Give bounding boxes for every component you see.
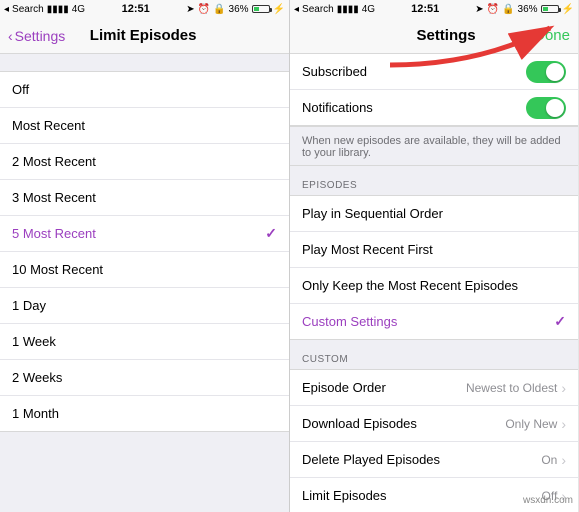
row-value: Newest to Oldest › <box>466 380 566 396</box>
option-label: Custom Settings <box>302 314 397 329</box>
rotation-lock-icon: 🔒 <box>213 4 225 15</box>
clock: 12:51 <box>411 3 439 15</box>
toggle-row: Subscribed <box>290 54 578 90</box>
episodes-list: Play in Sequential Order Play Most Recent… <box>290 196 578 340</box>
info-note: When new episodes are available, they wi… <box>290 126 578 166</box>
value-text: On <box>541 453 557 467</box>
custom-row[interactable]: Episode Order Newest to Oldest › <box>290 370 578 406</box>
nav-bar: ‹ Settings Limit Episodes <box>0 18 289 54</box>
limit-option[interactable]: 1 Month <box>0 396 289 432</box>
row-label: Limit Episodes <box>302 488 387 503</box>
alarm-icon: ⏰ <box>198 4 210 15</box>
limit-option[interactable]: 5 Most Recent ✓ <box>0 216 289 252</box>
episode-option[interactable]: Only Keep the Most Recent Episodes <box>290 268 578 304</box>
location-icon: ➤ <box>475 4 483 15</box>
signal-bars-icon: ▮▮▮▮ <box>47 4 69 15</box>
option-label: 2 Weeks <box>12 370 62 385</box>
clock: 12:51 <box>122 3 150 15</box>
checkmark-icon: ✓ <box>265 225 277 242</box>
battery-percent: 36% <box>518 4 538 15</box>
limit-option[interactable]: 1 Day <box>0 288 289 324</box>
option-label: Play Most Recent First <box>302 242 433 257</box>
done-button[interactable]: Done <box>534 27 570 44</box>
option-label: 5 Most Recent <box>12 226 96 241</box>
limit-option[interactable]: 10 Most Recent <box>0 252 289 288</box>
option-label: 1 Month <box>12 406 59 421</box>
option-label: 2 Most Recent <box>12 154 96 169</box>
custom-list: Episode OrderNewest to Oldest›Download E… <box>290 370 578 512</box>
nav-back-label: Settings <box>15 28 66 44</box>
episode-option[interactable]: Play in Sequential Order <box>290 196 578 232</box>
screen-limit-episodes: ◂ Search ▮▮▮▮ 4G 12:51 ➤ ⏰ 🔒 36% ⚡ ‹ Set… <box>0 0 289 512</box>
option-label: 10 Most Recent <box>12 262 103 277</box>
value-text: Newest to Oldest <box>466 381 557 395</box>
back-app-arrow: ◂ <box>4 4 9 15</box>
signal-bars-icon: ▮▮▮▮ <box>337 4 359 15</box>
row-label: Download Episodes <box>302 416 417 431</box>
checkmark-icon: ✓ <box>554 313 566 330</box>
battery-icon <box>541 5 559 13</box>
limit-option[interactable]: 1 Week <box>0 324 289 360</box>
alarm-icon: ⏰ <box>487 4 499 15</box>
section-gap <box>0 54 289 72</box>
rotation-lock-icon: 🔒 <box>502 4 514 15</box>
back-app-arrow: ◂ <box>294 4 299 15</box>
episodes-header: EPISODES <box>290 166 578 196</box>
episode-option[interactable]: Custom Settings ✓ <box>290 304 578 340</box>
chevron-right-icon: › <box>561 452 566 468</box>
nav-title: Limit Episodes <box>90 27 197 44</box>
chevron-right-icon: › <box>561 380 566 396</box>
network-label: 4G <box>72 4 85 15</box>
option-label: 1 Day <box>12 298 46 313</box>
row-label: Episode Order <box>302 380 386 395</box>
row-value: Only New › <box>505 416 566 432</box>
nav-bar: Settings Done <box>290 18 578 54</box>
toggle-list: Subscribed Notifications <box>290 54 578 126</box>
custom-header: CUSTOM <box>290 340 578 370</box>
limit-option[interactable]: 3 Most Recent <box>0 180 289 216</box>
back-app-label: Search <box>12 4 44 15</box>
option-label: Play in Sequential Order <box>302 206 443 221</box>
option-label: Most Recent <box>12 118 85 133</box>
row-value: On › <box>541 452 566 468</box>
value-text: Only New <box>505 417 557 431</box>
status-bar: ◂ Search ▮▮▮▮ 4G 12:51 ➤ ⏰ 🔒 36% ⚡ <box>0 0 289 18</box>
back-app-label: Search <box>302 4 334 15</box>
custom-row[interactable]: Delete Played Episodes On › <box>290 442 578 478</box>
status-bar: ◂ Search ▮▮▮▮ 4G 12:51 ➤ ⏰ 🔒 36% ⚡ <box>290 0 578 18</box>
limit-option[interactable]: 2 Most Recent <box>0 144 289 180</box>
battery-icon <box>252 5 270 13</box>
nav-back-button[interactable]: ‹ Settings <box>8 28 65 44</box>
toggle-label: Subscribed <box>302 64 367 79</box>
network-label: 4G <box>362 4 375 15</box>
chevron-right-icon: › <box>561 416 566 432</box>
episode-option[interactable]: Play Most Recent First <box>290 232 578 268</box>
toggle-row: Notifications <box>290 90 578 126</box>
limit-options-list: Off Most Recent 2 Most Recent 3 Most Recent… <box>0 72 289 432</box>
option-label: Only Keep the Most Recent Episodes <box>302 278 518 293</box>
toggle-switch[interactable] <box>526 61 566 83</box>
option-label: Off <box>12 82 29 97</box>
empty-area <box>0 432 289 512</box>
charging-icon: ⚡ <box>273 4 285 15</box>
watermark: wsxdn.com <box>523 495 573 506</box>
option-label: 3 Most Recent <box>12 190 96 205</box>
location-icon: ➤ <box>186 4 194 15</box>
limit-option[interactable]: Off <box>0 72 289 108</box>
toggle-label: Notifications <box>302 100 373 115</box>
screen-settings: ◂ Search ▮▮▮▮ 4G 12:51 ➤ ⏰ 🔒 36% ⚡ Setti… <box>289 0 578 512</box>
chevron-left-icon: ‹ <box>8 28 13 44</box>
nav-title: Settings <box>416 27 475 44</box>
battery-percent: 36% <box>229 4 249 15</box>
toggle-switch[interactable] <box>526 97 566 119</box>
charging-icon: ⚡ <box>562 4 574 15</box>
custom-row[interactable]: Download Episodes Only New › <box>290 406 578 442</box>
limit-option[interactable]: 2 Weeks <box>0 360 289 396</box>
limit-option[interactable]: Most Recent <box>0 108 289 144</box>
row-label: Delete Played Episodes <box>302 452 440 467</box>
option-label: 1 Week <box>12 334 56 349</box>
